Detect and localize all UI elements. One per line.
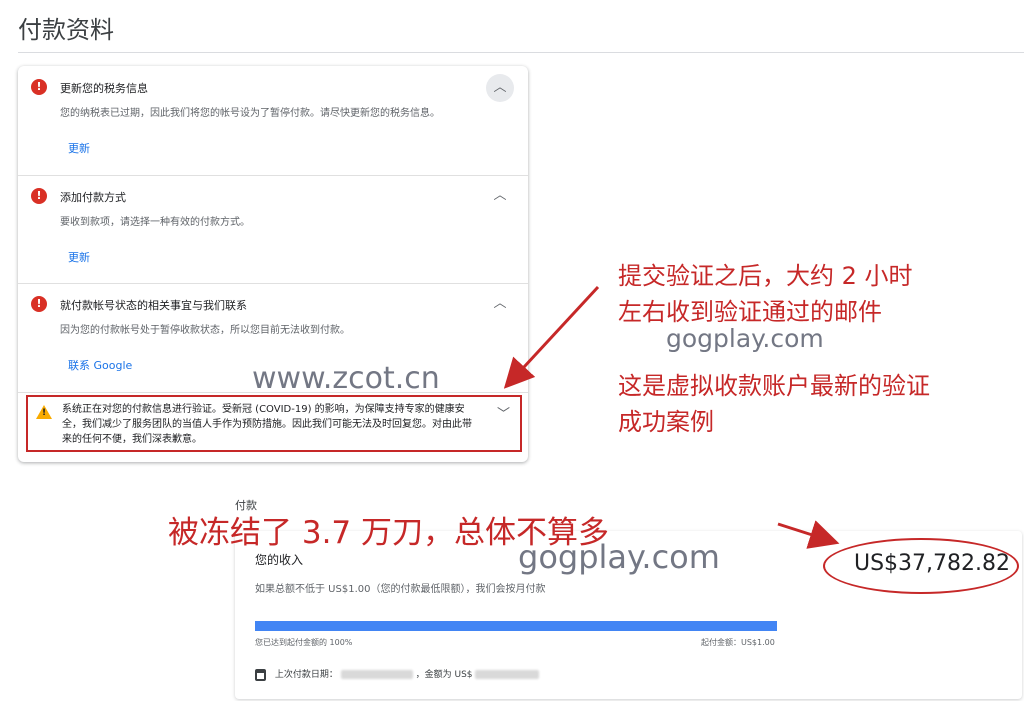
payments-profile-page: 付款资料 ! 更新您的税务信息 您的纳税表已过期，因此我们将您的帐号设为了暂停付… xyxy=(0,0,1024,701)
arrow-to-warning xyxy=(503,285,600,389)
arrow-to-amount xyxy=(777,520,840,549)
annotation-arrows xyxy=(503,285,840,549)
